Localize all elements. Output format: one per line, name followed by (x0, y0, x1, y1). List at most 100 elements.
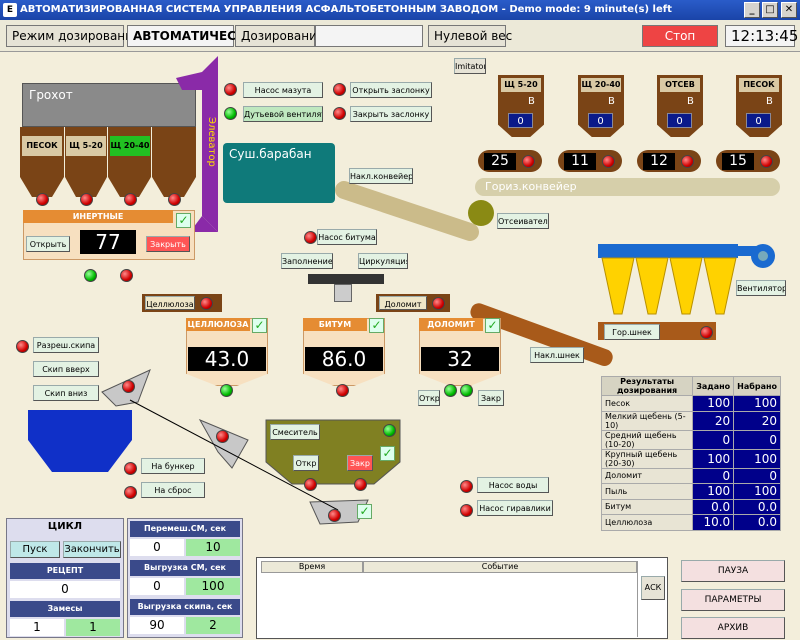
results-row: Целлюлоза 10.0 0.0 (600, 514, 781, 531)
bin-label-5-20: Щ 5-20 (66, 136, 106, 156)
close-valve-led (333, 107, 346, 120)
inert-close-button[interactable]: Закрыть (146, 236, 190, 252)
pump-bitumen-button[interactable]: Насос битума (317, 229, 377, 245)
results-header: Набрано (733, 376, 781, 396)
maximize-button[interactable]: □ (762, 2, 778, 18)
pump-water-button[interactable]: Насос воды (477, 477, 549, 493)
results-material: Битум (600, 498, 694, 515)
minimize-button[interactable]: _ (744, 2, 760, 18)
inert-open-button[interactable]: Открыть (26, 236, 70, 252)
doser-title: БИТУМ (303, 318, 367, 331)
results-row: Песок 100 100 (600, 395, 781, 412)
pump-water-led (460, 480, 473, 493)
screen-sorter-button[interactable]: Отсеиватель (497, 213, 549, 229)
incline-screw-button[interactable]: Накл.шнек (530, 347, 584, 363)
finish-button[interactable]: Закончить (63, 541, 121, 558)
parameters-button[interactable]: ПАРАМЕТРЫ (681, 589, 785, 611)
fan-button[interactable]: Вентилятор (736, 280, 786, 296)
clock: 12:13:45 (725, 25, 798, 47)
hopper-led (760, 155, 773, 168)
results-material: Крупный щебень (20-30) (600, 448, 694, 469)
recipe-value[interactable]: 0 (10, 581, 120, 598)
imitator-button[interactable]: Imitator (454, 58, 486, 74)
dolomite-close-button[interactable]: Закр (478, 390, 504, 406)
open-valve-button[interactable]: Открыть заслонку (350, 82, 432, 98)
cycle-panel: ЦИКЛ Пуск Закончить РЕЦЕПТ 0 Замесы 1 1 (6, 518, 124, 638)
pipe-valve (334, 284, 352, 302)
timer-current: 2 (186, 617, 240, 634)
inert-check[interactable]: ✓ (176, 213, 191, 228)
cellulose-led (200, 297, 213, 310)
mixer-check[interactable]: ✓ (380, 446, 395, 461)
dosing-value (315, 25, 423, 47)
window-title: АВТОМАТИЗИРОВАННАЯ СИСТЕМА УПРАВЛЕНИЯ АС… (20, 4, 672, 15)
skip-check[interactable]: ✓ (357, 504, 372, 519)
pause-button[interactable]: ПАУЗА (681, 560, 785, 582)
skip-mid-led (216, 430, 229, 443)
toolbar: Режим дозирования АВТОМАТИЧЕСКИЙ Дозиров… (0, 20, 800, 52)
incline-conveyor-button[interactable]: Накл.конвейер (349, 168, 413, 184)
to-bunker-button[interactable]: На бункер (141, 458, 205, 474)
ack-button[interactable]: АСК (641, 576, 665, 600)
doser-check[interactable]: ✓ (252, 318, 267, 333)
dolomite-dose-led-2 (460, 384, 473, 397)
doser-value: 32 (421, 347, 499, 371)
mode-value[interactable]: АВТОМАТИЧЕСКИЙ (127, 25, 266, 47)
timer-set[interactable]: 0 (130, 539, 184, 556)
results-actual: 20 (733, 410, 781, 431)
mixer-close-button[interactable]: Закр (347, 455, 373, 471)
archive-button[interactable]: АРХИВ (681, 617, 785, 639)
hopper-bin-value: 0 (746, 113, 771, 128)
pump-hydraulics-led (460, 504, 473, 517)
inert-title: ИНЕРТНЫЕ (23, 210, 173, 223)
app-icon: E (3, 3, 17, 17)
pump-hydraulics-button[interactable]: Насос гиравлики (477, 500, 553, 516)
close-valve-button[interactable]: Закрыть заслонку (350, 106, 432, 122)
stop-button[interactable]: Стоп (642, 25, 718, 47)
inert-led-red (120, 269, 133, 282)
to-discharge-button[interactable]: На сброс (141, 482, 205, 498)
batches-set[interactable]: 1 (10, 619, 64, 636)
zero-weight-button[interactable]: Нулевой вес (428, 25, 512, 47)
results-actual: 0.0 (733, 514, 781, 531)
doser-check[interactable]: ✓ (485, 318, 500, 333)
results-actual: 100 (733, 483, 781, 500)
dolomite-button[interactable]: Доломит (379, 296, 427, 310)
log-scrollbar[interactable] (637, 561, 638, 637)
skip-permission-button[interactable]: Разреш.скипа (33, 337, 99, 353)
bin-label-sand: ПЕСОК (22, 136, 62, 156)
blower-led (224, 107, 237, 120)
timer-label: Выгрузка скипа, сек (130, 599, 240, 615)
doser-title: ЦЕЛЛЮЛОЗА (186, 318, 250, 331)
mixer-open-button[interactable]: Откр (293, 455, 319, 471)
results-target: 0 (692, 429, 735, 450)
pump-mazut-button[interactable]: Насос мазута (243, 82, 323, 98)
timer-set[interactable]: 90 (130, 617, 184, 634)
hopper-bin-value: 0 (508, 113, 533, 128)
pipe-junction (308, 274, 384, 284)
circulation-button[interactable]: Циркуляция (358, 253, 408, 269)
timer-label: Перемеш.СМ, сек (130, 521, 240, 537)
start-button[interactable]: Пуск (10, 541, 60, 558)
results-target: 0 (692, 467, 735, 484)
mixer-button[interactable]: Смеситель (270, 424, 320, 440)
blower-button[interactable]: Дутьевой вентилятор (243, 106, 323, 122)
mixer-led (383, 424, 396, 437)
fill-button[interactable]: Заполнение (281, 253, 333, 269)
bin-label-20-40: Щ 20-40 (110, 136, 150, 156)
results-actual: 100 (733, 448, 781, 469)
results-target: 0.0 (692, 498, 735, 515)
hor-screw-button[interactable]: Гор.шнек (604, 324, 660, 340)
cycle-title: ЦИКЛ (47, 521, 83, 532)
cellulose-button[interactable]: Целлюлоза (145, 296, 195, 310)
doser-check[interactable]: ✓ (369, 318, 384, 333)
open-valve-led (333, 83, 346, 96)
results-table: Результаты дозирования Задано Набрано Песо… (600, 376, 781, 531)
results-target: 10.0 (692, 514, 735, 531)
dolomite-open-button[interactable]: Откр (418, 390, 440, 406)
results-material: Песок (600, 395, 694, 412)
timer-set[interactable]: 0 (130, 578, 184, 595)
results-header: Задано (692, 376, 735, 396)
results-target: 100 (692, 448, 735, 469)
close-button[interactable]: ✕ (781, 2, 797, 18)
